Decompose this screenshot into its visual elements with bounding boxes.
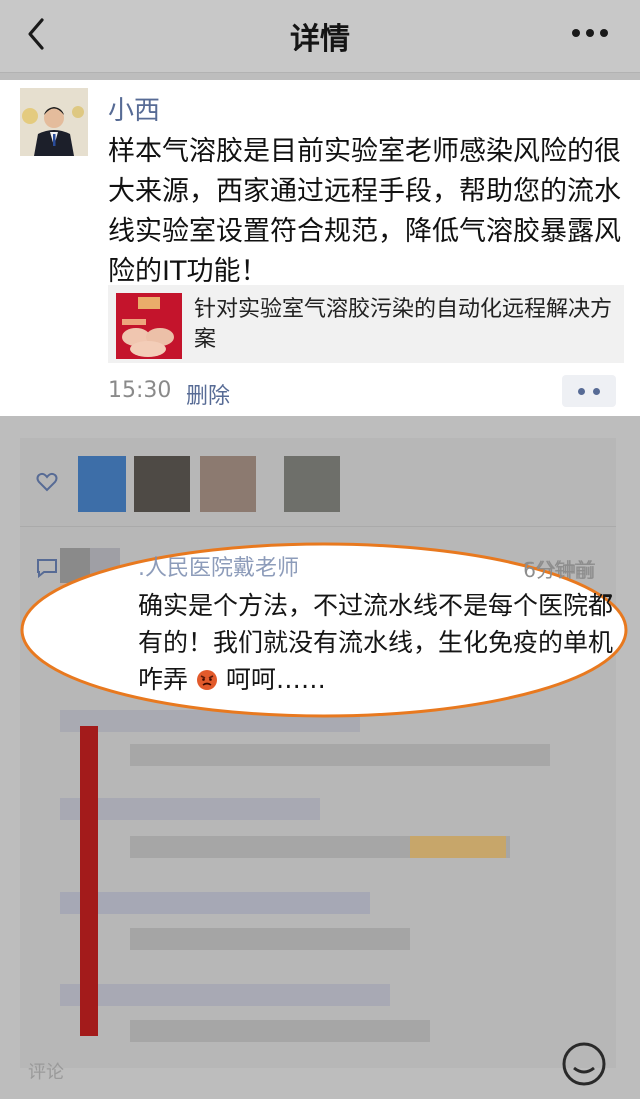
two-dots-icon <box>578 388 585 395</box>
liker-avatar-blurred[interactable] <box>200 456 256 512</box>
liker-avatar-blurred[interactable] <box>284 456 340 512</box>
heart-outline-icon <box>36 472 58 492</box>
comment-text-part: 呵呵…… <box>225 665 326 694</box>
hands-thumbnail-image <box>116 293 182 359</box>
likes-row <box>20 438 616 527</box>
blurred-comment-row <box>130 744 550 766</box>
like-comment-action-button[interactable] <box>562 375 616 407</box>
blurred-comment-row <box>410 836 506 858</box>
red-annotation-line <box>80 726 98 1036</box>
blurred-comment-row <box>60 984 390 1006</box>
page-title: 详情 <box>290 22 350 57</box>
blurred-comment-row <box>130 1020 430 1042</box>
shared-link-card[interactable]: 针对实验室气溶胶污染的自动化远程解决方案 <box>108 285 624 363</box>
link-title: 针对实验室气溶胶污染的自动化远程解决方案 <box>194 297 613 352</box>
comment-text: 确实是个方法，不过流水线不是每个医院都有的！我们就没有流水线，生化免疫的单机咋弄… <box>138 587 616 698</box>
emoji-toggle-icon[interactable] <box>556 1040 612 1088</box>
blurred-comment-row <box>60 798 320 820</box>
avatar-portrait-image <box>20 88 88 156</box>
post-text: 样本气溶胶是目前实验室老师感染风险的很大来源，西家通过远程手段，帮助您的流水线实… <box>108 136 621 287</box>
comment-author[interactable]: .人民医院戴老师 <box>138 550 299 582</box>
moment-post: 小西 样本气溶胶是目前实验室老师感染风险的很大来源，西家通过远程手段，帮助您的流… <box>0 80 640 416</box>
angry-face-emoji-icon <box>196 670 217 690</box>
liker-avatar-blurred[interactable] <box>78 456 126 512</box>
comment-input-placeholder[interactable]: 评论 <box>28 1058 64 1084</box>
comment-timestamp: 6分钟前 <box>523 558 596 582</box>
link-thumbnail <box>116 293 182 359</box>
delete-button[interactable]: 删除 <box>186 378 230 410</box>
blurred-comment-row <box>130 928 410 950</box>
likes-and-comments-panel: .人民医院戴老师 6分钟前 确实是个方法，不过流水线不是每个医院都有的！我们就没… <box>20 438 616 1068</box>
more-dots-icon[interactable] <box>570 26 610 40</box>
post-timestamp: 15:30 <box>108 378 172 403</box>
blurred-comment-row <box>60 892 370 914</box>
liker-avatar-blurred[interactable] <box>134 456 190 512</box>
navigation-bar: 详情 <box>0 0 640 73</box>
two-dots-icon <box>593 388 600 395</box>
author-avatar[interactable] <box>20 88 88 156</box>
author-name[interactable]: 小西 <box>108 90 160 127</box>
